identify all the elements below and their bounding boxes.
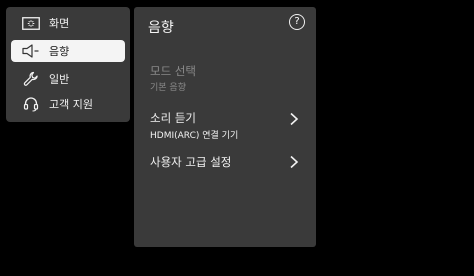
sidebar-item-general[interactable]: 일반	[11, 68, 125, 90]
sidebar-item-label: 일반	[49, 73, 70, 86]
chevron-right-icon	[290, 155, 299, 169]
option-label: 모드 선택	[150, 64, 196, 78]
option-label: 소리 듣기	[150, 111, 196, 125]
panel-title: 음향	[148, 20, 174, 36]
chevron-right-icon	[290, 112, 299, 126]
sidebar-item-support[interactable]: 고객 지원	[11, 93, 125, 115]
sidebar-item-sound[interactable]: 음향	[11, 40, 125, 62]
sidebar-item-screen[interactable]: 화면	[11, 12, 125, 34]
option-value: HDMI(ARC) 연결 기기	[150, 131, 239, 141]
option-value: 기본 음향	[150, 83, 186, 93]
sound-mode-option: 모드 선택 기본 음향	[134, 63, 316, 95]
sidebar-item-label: 고객 지원	[49, 98, 93, 111]
wrench-icon	[21, 71, 41, 87]
sidebar-item-label: 화면	[49, 17, 70, 30]
sound-settings-panel: 음향 ? 모드 선택 기본 음향 소리 듣기 HDMI(ARC) 연결 기기 사…	[134, 7, 316, 247]
option-label: 사용자 고급 설정	[150, 155, 232, 169]
speaker-icon	[21, 43, 41, 59]
advanced-settings-option[interactable]: 사용자 고급 설정	[134, 154, 316, 172]
headset-icon	[21, 96, 41, 112]
help-icon[interactable]: ?	[289, 14, 305, 30]
sound-out-option[interactable]: 소리 듣기 HDMI(ARC) 연결 기기	[134, 110, 316, 144]
settings-sidebar: 화면 음향 일반 고객 지원	[6, 7, 130, 122]
screen-icon	[21, 15, 41, 31]
sidebar-item-label: 음향	[49, 45, 70, 58]
